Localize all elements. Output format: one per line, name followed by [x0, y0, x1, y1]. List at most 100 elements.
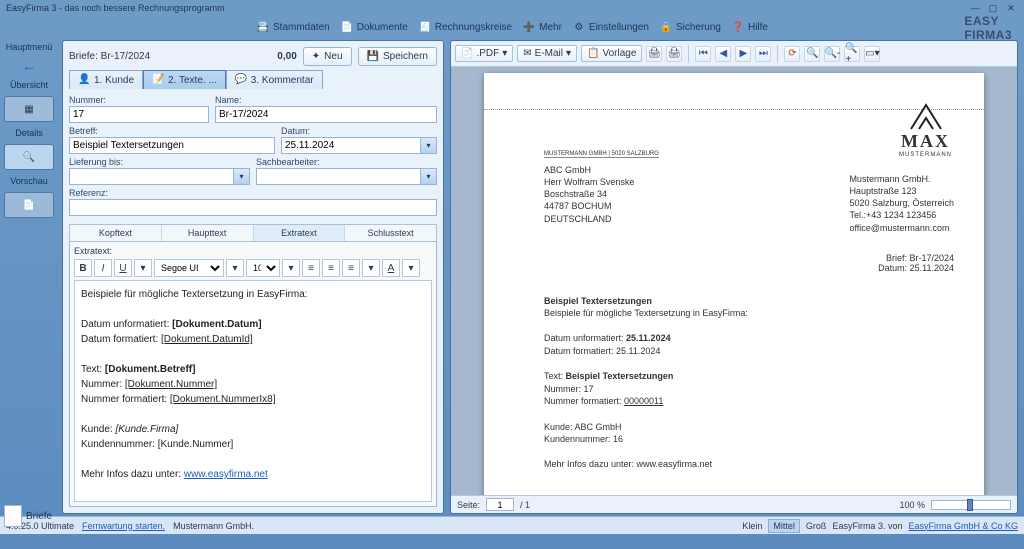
menu-dokumente[interactable]: 📄Dokumente: [340, 20, 408, 34]
zoom-label: 100 %: [899, 500, 925, 510]
magnifier-icon: 🔍: [23, 152, 35, 163]
tab-kunde[interactable]: 👤1. Kunde: [69, 70, 143, 89]
bold-button[interactable]: B: [74, 259, 92, 277]
refresh-button[interactable]: ⟳: [784, 46, 800, 62]
subtab-haupttext[interactable]: Haupttext: [162, 225, 254, 241]
mail-icon: ✉: [523, 48, 531, 59]
lieferung-dropdown[interactable]: ▾: [234, 168, 250, 185]
pdf-icon: 📄: [461, 48, 473, 59]
preview-body[interactable]: MAX MUSTERMANN Mustermann GmbH. Hauptstr…: [451, 67, 1017, 495]
text-icon: 📝: [152, 74, 164, 86]
zoom-fit-button[interactable]: 🔍: [804, 46, 820, 62]
name-input[interactable]: [215, 106, 437, 123]
italic-button[interactable]: I: [94, 259, 112, 277]
invoice-icon: 🧾: [418, 20, 432, 34]
subtab-schlusstext[interactable]: Schlusstext: [345, 225, 436, 241]
maximize-icon[interactable]: ▢: [986, 3, 1000, 14]
preview-page: MAX MUSTERMANN Mustermann GmbH. Hauptstr…: [484, 73, 984, 495]
email-button[interactable]: ✉E-Mail▾: [517, 45, 577, 62]
prev-page-button[interactable]: ◀: [715, 46, 731, 62]
first-page-button[interactable]: ⏮: [695, 46, 711, 62]
font-select[interactable]: Segoe UI: [154, 259, 224, 277]
font-color-button[interactable]: A: [382, 259, 400, 277]
align-center-button[interactable]: ≡: [322, 259, 340, 277]
sach-label: Sachbearbeiter:: [256, 157, 437, 167]
lieferung-input[interactable]: [69, 168, 234, 185]
tab-kommentar[interactable]: 💬3. Kommentar: [226, 70, 323, 89]
tab-texte[interactable]: 📝2. Texte. ...: [143, 70, 226, 89]
menu-mehr[interactable]: ➕Mehr: [522, 20, 562, 34]
size-select[interactable]: 10: [246, 259, 280, 277]
datum-input[interactable]: [281, 137, 421, 154]
chevron-down-icon: ▾: [502, 48, 507, 59]
size-klein[interactable]: Klein: [742, 521, 762, 531]
back-arrow-icon[interactable]: ←: [4, 58, 54, 74]
size-gross[interactable]: Groß: [806, 521, 827, 531]
betreff-input[interactable]: [69, 137, 275, 154]
print-button[interactable]: 🖨: [646, 46, 662, 62]
sidenav-uebersicht[interactable]: ▦: [4, 96, 54, 122]
sidenav-vorschau[interactable]: 📄: [4, 192, 54, 218]
amount: 0,00: [277, 51, 296, 62]
align-left-button[interactable]: ≡: [302, 259, 320, 277]
text-subtabs: Kopftext Haupttext Extratext Schlusstext: [69, 224, 437, 242]
zoom-in-button[interactable]: 🔍+: [844, 46, 860, 62]
sidenav-label-uebersicht: Übersicht: [4, 80, 54, 90]
size-mittel[interactable]: Mittel: [768, 519, 800, 533]
nummer-label: Nummer:: [69, 95, 209, 105]
menu-stammdaten[interactable]: 📇Stammdaten: [256, 20, 330, 34]
new-button[interactable]: ✦Neu: [303, 47, 352, 66]
pdf-button[interactable]: 📄.PDF▾: [455, 45, 513, 62]
menu-bar: 📇Stammdaten 📄Dokumente 🧾Rechnungskreise …: [0, 16, 1024, 38]
fernwartung-link[interactable]: Fernwartung starten.: [82, 521, 165, 531]
toolbar-dd5[interactable]: ▾: [402, 259, 420, 277]
page-small-icon: [4, 505, 22, 527]
datum-dropdown[interactable]: ▾: [421, 137, 437, 154]
nummer-input[interactable]: [69, 106, 209, 123]
brand-logo: EASYFIRMA3: [964, 14, 1012, 42]
toolbar-dd4[interactable]: ▾: [362, 259, 380, 277]
zoom-out-button[interactable]: 🔍-: [824, 46, 840, 62]
name-label: Name:: [215, 95, 437, 105]
menu-sicherung[interactable]: 🔒Sicherung: [659, 20, 721, 34]
help-icon: ❓: [731, 20, 745, 34]
quick-print-button[interactable]: 🖨: [666, 46, 682, 62]
company-address: Mustermann GmbH. Hauptstraße 123 5020 Sa…: [849, 173, 954, 234]
subtab-kopftext[interactable]: Kopftext: [70, 225, 162, 241]
gear-icon: ⚙: [572, 20, 586, 34]
align-right-button[interactable]: ≡: [342, 259, 360, 277]
close-icon[interactable]: ✕: [1004, 3, 1018, 14]
subtab-extratext[interactable]: Extratext: [254, 225, 346, 241]
bottom-doc-type: Briefe: [4, 505, 52, 527]
referenz-input[interactable]: [69, 199, 437, 216]
sach-dropdown[interactable]: ▾: [421, 168, 437, 185]
comment-icon: 💬: [235, 74, 247, 86]
next-page-button[interactable]: ▶: [735, 46, 751, 62]
template-icon: 📋: [587, 48, 599, 59]
page-number-input[interactable]: [486, 498, 514, 511]
zoom-slider[interactable]: [931, 500, 1011, 510]
easyfirma-link[interactable]: www.easyfirma.net: [184, 469, 268, 480]
underline-button[interactable]: U: [114, 259, 132, 277]
menu-hilfe[interactable]: ❓Hilfe: [731, 20, 768, 34]
vendor-link[interactable]: EasyFirma GmbH & Co KG: [908, 521, 1018, 531]
minimize-icon[interactable]: —: [968, 3, 982, 14]
toolbar-dd3[interactable]: ▾: [282, 259, 300, 277]
toolbar-dd1[interactable]: ▾: [134, 259, 152, 277]
save-button[interactable]: 💾Speichern: [358, 47, 437, 66]
editor-textarea[interactable]: Beispiele für mögliche Textersetzung in …: [74, 280, 432, 502]
menu-einstellungen[interactable]: ⚙Einstellungen: [572, 20, 649, 34]
status-product: EasyFirma 3. von: [832, 521, 902, 531]
sidenav-label-vorschau: Vorschau: [4, 176, 54, 186]
menu-rechnungskreise[interactable]: 🧾Rechnungskreise: [418, 20, 512, 34]
page-layout-button[interactable]: ▭▾: [864, 46, 880, 62]
app-title: EasyFirma 3 - das noch bessere Rechnungs…: [6, 3, 225, 13]
toolbar-dd2[interactable]: ▾: [226, 259, 244, 277]
vorlage-button[interactable]: 📋Vorlage: [581, 45, 642, 62]
sidenav-details[interactable]: 🔍: [4, 144, 54, 170]
sender-line: MUSTERMANN GMBH | 5020 SALZBURG: [544, 151, 659, 158]
editor-label: Extratext:: [74, 246, 432, 256]
sach-input[interactable]: [256, 168, 421, 185]
last-page-button[interactable]: ⏭: [755, 46, 771, 62]
form-panel: Briefe: Br-17/2024 0,00 ✦Neu 💾Speichern …: [62, 40, 444, 514]
